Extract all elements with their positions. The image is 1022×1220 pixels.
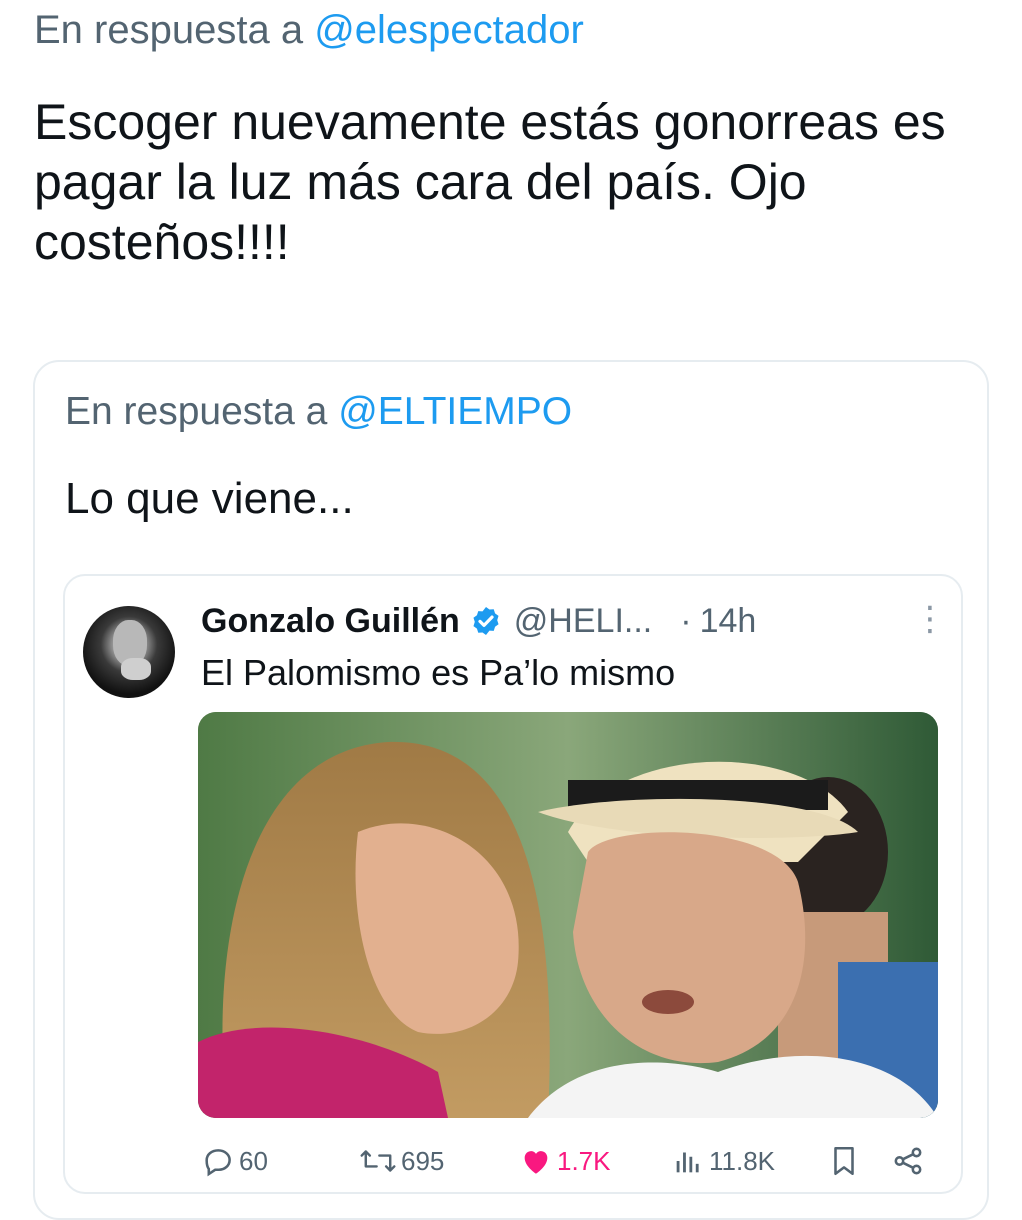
timestamp[interactable]: 14h xyxy=(700,602,757,641)
separator-dot: · xyxy=(680,601,692,640)
author-row: Gonzalo Guillén @HELI... · 14h xyxy=(201,598,931,644)
tweet-photo[interactable] xyxy=(198,712,938,1118)
reply-count: 60 xyxy=(239,1145,268,1176)
reply-handle-link[interactable]: @elespectador xyxy=(314,8,584,52)
embedded-tweet-text: El Palomismo es Pa’lo mismo xyxy=(201,652,676,693)
like-icon xyxy=(524,1151,548,1174)
bookmark-icon xyxy=(834,1146,854,1176)
like-count: 1.7K xyxy=(557,1145,611,1176)
action-bar: 60 695 1.7K 11.8K xyxy=(201,1136,941,1186)
tweet-text: Escoger nuevamente estás gonorreas es pa… xyxy=(34,94,946,270)
repost-button[interactable]: 695 xyxy=(359,1136,444,1186)
reply-button[interactable]: 60 xyxy=(201,1136,268,1186)
quote-reply-prefix: En respuesta a xyxy=(65,390,328,433)
quote-reply-context: En respuesta a @ELTIEMPO xyxy=(65,390,572,434)
views-count: 11.8K xyxy=(709,1145,776,1176)
share-button[interactable] xyxy=(891,1136,929,1186)
author-name[interactable]: Gonzalo Guillén xyxy=(201,602,460,641)
reply-prefix: En respuesta a xyxy=(34,8,304,52)
repost-count: 695 xyxy=(401,1145,445,1176)
quote-text: Lo que viene... xyxy=(65,474,354,523)
views-button[interactable]: 11.8K xyxy=(671,1136,775,1186)
quote-reply-handle-link[interactable]: @ELTIEMPO xyxy=(338,390,572,433)
like-button[interactable]: 1.7K xyxy=(519,1136,611,1186)
more-options-icon[interactable]: ⋮ xyxy=(913,602,947,636)
reply-context: En respuesta a @elespectador xyxy=(34,8,584,53)
share-icon xyxy=(894,1147,922,1175)
reply-icon xyxy=(205,1149,231,1177)
bookmark-button[interactable] xyxy=(827,1136,865,1186)
views-icon xyxy=(676,1152,699,1173)
author-handle[interactable]: @HELI... xyxy=(514,602,652,641)
avatar-hand xyxy=(121,658,151,680)
embedded-tweet-screenshot: Gonzalo Guillén @HELI... · 14h ⋮ El Palo… xyxy=(63,574,963,1194)
quoted-tweet-card[interactable]: En respuesta a @ELTIEMPO Lo que viene...… xyxy=(33,360,989,1220)
verified-badge-icon xyxy=(470,605,502,637)
avatar[interactable] xyxy=(83,606,175,698)
repost-icon xyxy=(360,1150,396,1172)
